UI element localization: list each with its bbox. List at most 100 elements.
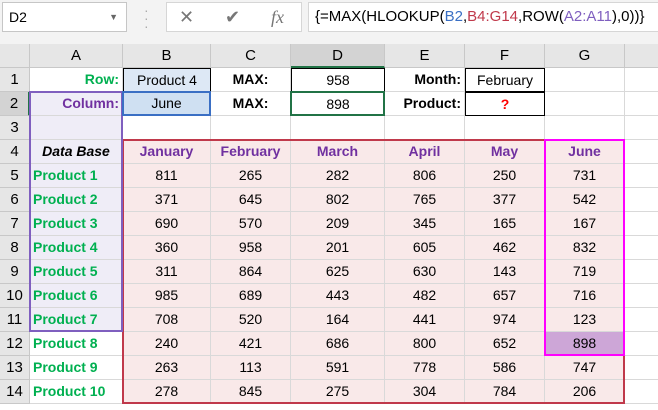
select-all-corner[interactable]	[0, 44, 30, 68]
month-value-cell[interactable]: February	[465, 68, 545, 92]
cell[interactable]	[291, 116, 385, 140]
column-header-F[interactable]: F	[465, 44, 545, 68]
data-cell[interactable]: 206	[545, 380, 625, 404]
data-cell[interactable]: 731	[545, 164, 625, 188]
product-name-cell[interactable]: Product 6	[30, 284, 123, 308]
row-header-8[interactable]: 8	[0, 236, 30, 260]
cell[interactable]	[545, 116, 625, 140]
cell[interactable]	[123, 116, 211, 140]
product-name-cell[interactable]: Product 4	[30, 236, 123, 260]
cell[interactable]	[30, 116, 123, 140]
data-cell[interactable]: 645	[211, 188, 291, 212]
product-name-cell[interactable]: Product 8	[30, 332, 123, 356]
row-header-3[interactable]: 3	[0, 116, 30, 140]
data-cell[interactable]: 845	[211, 380, 291, 404]
cell[interactable]	[625, 260, 658, 284]
data-cell[interactable]: 657	[465, 284, 545, 308]
row-header-12[interactable]: 12	[0, 332, 30, 356]
data-cell[interactable]: 482	[385, 284, 465, 308]
data-cell[interactable]: 591	[291, 356, 385, 380]
table-corner[interactable]: Data Base	[30, 140, 123, 164]
data-cell[interactable]: 462	[465, 236, 545, 260]
drag-handle-icon[interactable]: · · ·	[144, 3, 149, 33]
data-cell[interactable]: 143	[465, 260, 545, 284]
row-header-6[interactable]: 6	[0, 188, 30, 212]
data-cell[interactable]: 811	[123, 164, 211, 188]
max-value-cell-active[interactable]: 898	[291, 92, 385, 116]
cell[interactable]	[625, 284, 658, 308]
column-label[interactable]: Column:	[30, 92, 123, 116]
data-cell[interactable]: 201	[291, 236, 385, 260]
data-cell[interactable]: 165	[465, 212, 545, 236]
data-cell[interactable]: 282	[291, 164, 385, 188]
table-header[interactable]: March	[291, 140, 385, 164]
data-cell[interactable]: 371	[123, 188, 211, 212]
column-header-B[interactable]: B	[123, 44, 211, 68]
product-name-cell[interactable]: Product 5	[30, 260, 123, 284]
data-cell[interactable]: 719	[545, 260, 625, 284]
data-cell[interactable]: 985	[123, 284, 211, 308]
data-cell[interactable]: 113	[211, 356, 291, 380]
data-cell[interactable]: 686	[291, 332, 385, 356]
month-label[interactable]: Month:	[385, 68, 465, 92]
max-label[interactable]: MAX:	[211, 92, 291, 116]
data-cell[interactable]: 164	[291, 308, 385, 332]
cell[interactable]	[625, 68, 658, 92]
product-name-cell[interactable]: Product 1	[30, 164, 123, 188]
cell[interactable]	[625, 356, 658, 380]
product-name-cell[interactable]: Product 9	[30, 356, 123, 380]
cell[interactable]	[625, 92, 658, 116]
row-label[interactable]: Row:	[30, 68, 123, 92]
data-cell[interactable]: 802	[291, 188, 385, 212]
product-name-cell[interactable]: Product 2	[30, 188, 123, 212]
data-cell[interactable]: 441	[385, 308, 465, 332]
data-cell[interactable]: 747	[545, 356, 625, 380]
column-value-cell[interactable]: June	[123, 92, 211, 116]
data-cell[interactable]: 265	[211, 164, 291, 188]
cell[interactable]	[625, 308, 658, 332]
row-value-cell[interactable]: Product 4	[123, 68, 211, 92]
column-header-C[interactable]: C	[211, 44, 291, 68]
data-cell[interactable]: 421	[211, 332, 291, 356]
data-cell[interactable]: 240	[123, 332, 211, 356]
formula-input[interactable]: {=MAX(HLOOKUP(B2,B4:G14,ROW(A2:A11),0))}	[308, 2, 658, 32]
row-header-14[interactable]: 14	[0, 380, 30, 404]
data-cell[interactable]: 864	[211, 260, 291, 284]
name-box[interactable]: D2 ▼	[2, 2, 127, 32]
data-cell[interactable]: 690	[123, 212, 211, 236]
cell[interactable]	[385, 116, 465, 140]
chevron-down-icon[interactable]: ▼	[109, 3, 118, 31]
data-cell[interactable]: 832	[545, 236, 625, 260]
column-header-H[interactable]	[625, 44, 658, 68]
column-header-A[interactable]: A	[30, 44, 123, 68]
cell[interactable]	[625, 236, 658, 260]
data-cell[interactable]: 360	[123, 236, 211, 260]
data-cell[interactable]: 209	[291, 212, 385, 236]
row-header-4[interactable]: 4	[0, 140, 30, 164]
check-icon[interactable]: ✔	[225, 7, 240, 28]
product-name-cell[interactable]: Product 3	[30, 212, 123, 236]
data-cell[interactable]: 377	[465, 188, 545, 212]
data-cell[interactable]: 278	[123, 380, 211, 404]
row-header-5[interactable]: 5	[0, 164, 30, 188]
table-header[interactable]: May	[465, 140, 545, 164]
cell[interactable]	[545, 68, 625, 92]
cell[interactable]	[625, 332, 658, 356]
data-cell[interactable]: 250	[465, 164, 545, 188]
data-cell[interactable]: 123	[545, 308, 625, 332]
table-header[interactable]: February	[211, 140, 291, 164]
cell[interactable]	[625, 116, 658, 140]
data-cell[interactable]: 304	[385, 380, 465, 404]
data-cell[interactable]: 625	[291, 260, 385, 284]
cell[interactable]	[625, 188, 658, 212]
max-label[interactable]: MAX:	[211, 68, 291, 92]
cell[interactable]	[465, 116, 545, 140]
data-cell[interactable]: 311	[123, 260, 211, 284]
data-cell[interactable]: 689	[211, 284, 291, 308]
product-label[interactable]: Product:	[385, 92, 465, 116]
data-cell[interactable]: 708	[123, 308, 211, 332]
cell[interactable]	[625, 140, 658, 164]
table-header[interactable]: June	[545, 140, 625, 164]
cell[interactable]	[625, 212, 658, 236]
data-cell[interactable]: 765	[385, 188, 465, 212]
